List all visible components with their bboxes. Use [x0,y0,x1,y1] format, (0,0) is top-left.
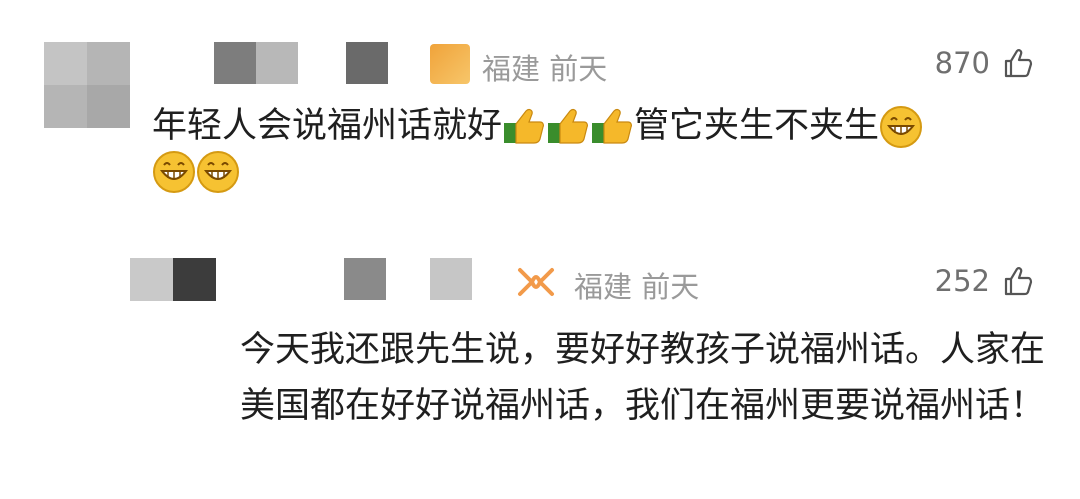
comment-text-part: 管它夹生不夹生 [634,106,880,146]
badge-icon [518,268,554,296]
comment-region-time: 福建 前天 [574,270,700,304]
thumbs-up-icon [592,108,632,144]
badge-icon [430,44,470,84]
grin-icon [880,106,923,148]
username-redacted[interactable] [214,42,464,86]
like-count: 870 [934,46,990,80]
comment-text: 今天我还跟先生说，要好好教孩子说福州话。人家在美国都在好好说福州话，我们在福州更… [240,330,1046,426]
grin-icon [153,151,195,193]
grin-icon [197,151,239,193]
like-button[interactable]: 252 [935,264,1034,298]
thumb-up-outline-icon [1004,49,1033,78]
avatar[interactable] [44,42,130,128]
comment-text: 年轻人会说福州话就好 管它夹生不夹生 [152,104,1042,194]
like-button[interactable]: 870 [935,46,1034,80]
avatar[interactable] [130,258,216,302]
like-count: 252 [934,264,990,298]
username-redacted[interactable] [344,258,484,302]
comment-text-part: 年轻人会说福州话就好 [152,106,503,146]
thumbs-up-icon [504,108,544,144]
comment-region-time: 福建 前天 [482,52,608,86]
thumbs-up-icon [548,108,588,144]
thumb-up-outline-icon [1004,267,1033,296]
